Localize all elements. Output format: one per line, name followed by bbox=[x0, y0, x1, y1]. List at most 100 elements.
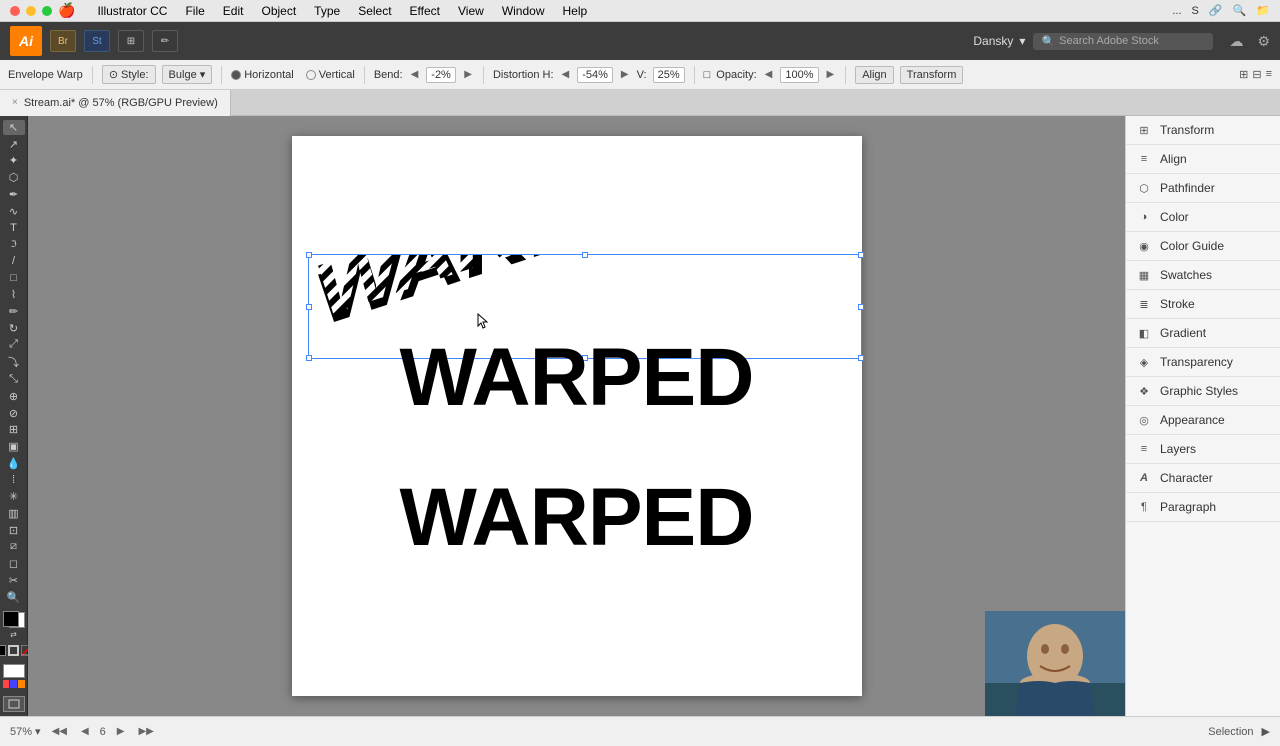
menu-illustrator[interactable]: Illustrator CC bbox=[89, 0, 175, 22]
distortion-h-value[interactable]: -54% bbox=[577, 67, 613, 83]
menu-type[interactable]: Type bbox=[306, 0, 348, 22]
panel-transform[interactable]: ⊞ Transform bbox=[1126, 116, 1280, 145]
canvas-area[interactable]: .warp-letter { font-family: 'Arial Black… bbox=[28, 116, 1125, 716]
fill-toggle[interactable] bbox=[0, 645, 6, 656]
stroke-toggle[interactable] bbox=[8, 645, 19, 656]
panel-gradient[interactable]: ◧ Gradient bbox=[1126, 319, 1280, 348]
eyedropper-tool[interactable]: 💧 bbox=[3, 456, 25, 471]
settings-icon[interactable]: ⚙ bbox=[1257, 33, 1270, 50]
panel-pathfinder[interactable]: ⬡ Pathfinder bbox=[1126, 174, 1280, 203]
arrange-icon[interactable]: ⊟ bbox=[1252, 68, 1261, 81]
scissors-tool[interactable]: ✂ bbox=[3, 573, 25, 588]
mac-search[interactable]: 🔍 bbox=[1233, 4, 1247, 17]
apple-menu[interactable]: 🍎 bbox=[58, 2, 75, 19]
collapse-icon[interactable]: ⊞ bbox=[1239, 68, 1248, 81]
panel-swatches[interactable]: ▦ Swatches bbox=[1126, 261, 1280, 290]
slice-tool[interactable]: ⧄ bbox=[3, 540, 25, 555]
selection-tool[interactable]: ↖ bbox=[3, 120, 25, 135]
panel-color-guide[interactable]: ◉ Color Guide bbox=[1126, 232, 1280, 261]
bend-value[interactable]: -2% bbox=[426, 67, 456, 83]
pen-btn[interactable]: ✏ bbox=[152, 30, 178, 52]
rotate-tool[interactable]: ↻ bbox=[3, 321, 25, 336]
menu-edit[interactable]: Edit bbox=[215, 0, 252, 22]
panel-transparency[interactable]: ◈ Transparency bbox=[1126, 348, 1280, 377]
opacity-value[interactable]: 100% bbox=[780, 67, 818, 83]
direct-selection-tool[interactable]: ↗ bbox=[3, 137, 25, 152]
mac-close[interactable] bbox=[10, 6, 20, 16]
menu-icon2[interactable]: ≡ bbox=[1266, 68, 1272, 81]
opacity-arrow-l[interactable]: ◀ bbox=[763, 69, 775, 80]
zoom-chevron[interactable]: ▾ bbox=[35, 725, 41, 738]
panel-layers[interactable]: ≡ Layers bbox=[1126, 435, 1280, 464]
blue-swatch[interactable] bbox=[10, 680, 17, 688]
panel-stroke[interactable]: ≣ Stroke bbox=[1126, 290, 1280, 319]
paintbrush-tool[interactable]: ⌇ bbox=[3, 287, 25, 302]
menu-view[interactable]: View bbox=[450, 0, 492, 22]
bend-arrow-l[interactable]: ◀ bbox=[409, 69, 421, 80]
horizontal-radio[interactable]: Horizontal bbox=[231, 69, 294, 81]
mac-minimize[interactable] bbox=[26, 6, 36, 16]
foreground-color[interactable] bbox=[3, 611, 19, 627]
tab-close[interactable]: × bbox=[12, 97, 18, 108]
symbol-tool[interactable]: ✳ bbox=[3, 489, 25, 504]
pen-tool[interactable]: ✒ bbox=[3, 187, 25, 202]
transform-btn[interactable]: Transform bbox=[900, 66, 964, 84]
curvature-tool[interactable]: ∿ bbox=[3, 204, 25, 219]
dist-arrow-l[interactable]: ◀ bbox=[560, 69, 572, 80]
menu-object[interactable]: Object bbox=[253, 0, 304, 22]
menu-file[interactable]: File bbox=[177, 0, 212, 22]
document-tab[interactable]: × Stream.ai* @ 57% (RGB/GPU Preview) bbox=[0, 90, 231, 116]
graph-tool[interactable]: ▥ bbox=[3, 506, 25, 521]
mac-maximize[interactable] bbox=[42, 6, 52, 16]
eraser-tool[interactable]: ◻ bbox=[3, 556, 25, 571]
menu-select[interactable]: Select bbox=[350, 0, 399, 22]
line-tool[interactable]: / bbox=[3, 254, 25, 269]
orange-swatch[interactable] bbox=[18, 680, 25, 688]
nav-first[interactable]: ◀◀ bbox=[49, 725, 70, 738]
dist-arrow-r[interactable]: ▶ bbox=[619, 69, 631, 80]
artboard-tool[interactable]: ⊡ bbox=[3, 523, 25, 538]
menu-help[interactable]: Help bbox=[555, 0, 596, 22]
menu-window[interactable]: Window bbox=[494, 0, 553, 22]
panel-color[interactable]: ◑ Color bbox=[1126, 203, 1280, 232]
grid-btn[interactable]: ⊞ bbox=[118, 30, 144, 52]
type-tool[interactable]: T bbox=[3, 220, 25, 235]
warp-tool[interactable]: ⤵ bbox=[3, 354, 25, 370]
pencil-tool[interactable]: ✏ bbox=[3, 304, 25, 319]
user-area[interactable]: Dansky ▾ bbox=[973, 34, 1025, 48]
align-btn[interactable]: Align bbox=[855, 66, 893, 84]
rectangle-tool[interactable]: □ bbox=[3, 271, 25, 286]
panel-graphic-styles[interactable]: ❖ Graphic Styles bbox=[1126, 377, 1280, 406]
draw-normal[interactable] bbox=[3, 696, 25, 712]
perspective-tool[interactable]: ⊘ bbox=[3, 406, 25, 421]
red-swatch[interactable] bbox=[3, 680, 10, 688]
zoom-tool[interactable]: 🔍 bbox=[3, 590, 25, 605]
panel-character[interactable]: A Character bbox=[1126, 464, 1280, 493]
opacity-arrow-r[interactable]: ▶ bbox=[825, 69, 837, 80]
panel-appearance[interactable]: ◎ Appearance bbox=[1126, 406, 1280, 435]
white-swatch[interactable] bbox=[3, 664, 25, 678]
mesh-tool[interactable]: ⊞ bbox=[3, 422, 25, 437]
gradient-tool[interactable]: ▣ bbox=[3, 439, 25, 454]
free-transform-tool[interactable]: ⤡ bbox=[3, 372, 25, 387]
panel-align[interactable]: ≡ Align bbox=[1126, 145, 1280, 174]
shape-builder-tool[interactable]: ⊕ bbox=[3, 389, 25, 404]
nav-prev[interactable]: ◀ bbox=[78, 725, 92, 738]
stock-btn[interactable]: St bbox=[84, 30, 110, 52]
style-value-btn[interactable]: Bulge ▾ bbox=[162, 65, 213, 84]
menu-effect[interactable]: Effect bbox=[402, 0, 448, 22]
scale-tool[interactable]: ⤢ bbox=[3, 338, 25, 353]
style-btn[interactable]: ⊙ Style: bbox=[102, 65, 156, 84]
bridge-btn[interactable]: Br bbox=[50, 30, 76, 52]
touch-type-tool[interactable]: ℑ bbox=[3, 237, 25, 252]
mac-finder[interactable]: 📁 bbox=[1256, 4, 1270, 17]
tool-arrow[interactable]: ▶ bbox=[1262, 725, 1270, 738]
nav-last[interactable]: ▶▶ bbox=[135, 725, 156, 738]
panel-paragraph[interactable]: ¶ Paragraph bbox=[1126, 493, 1280, 522]
distortion-v-value[interactable]: 25% bbox=[653, 67, 685, 83]
vertical-radio[interactable]: Vertical bbox=[306, 69, 355, 81]
search-stock[interactable]: 🔍 Search Adobe Stock bbox=[1033, 33, 1213, 50]
lasso-tool[interactable]: ⬡ bbox=[3, 170, 25, 185]
nav-next[interactable]: ▶ bbox=[114, 725, 128, 738]
swap-colors[interactable]: ⇄ bbox=[10, 630, 17, 639]
